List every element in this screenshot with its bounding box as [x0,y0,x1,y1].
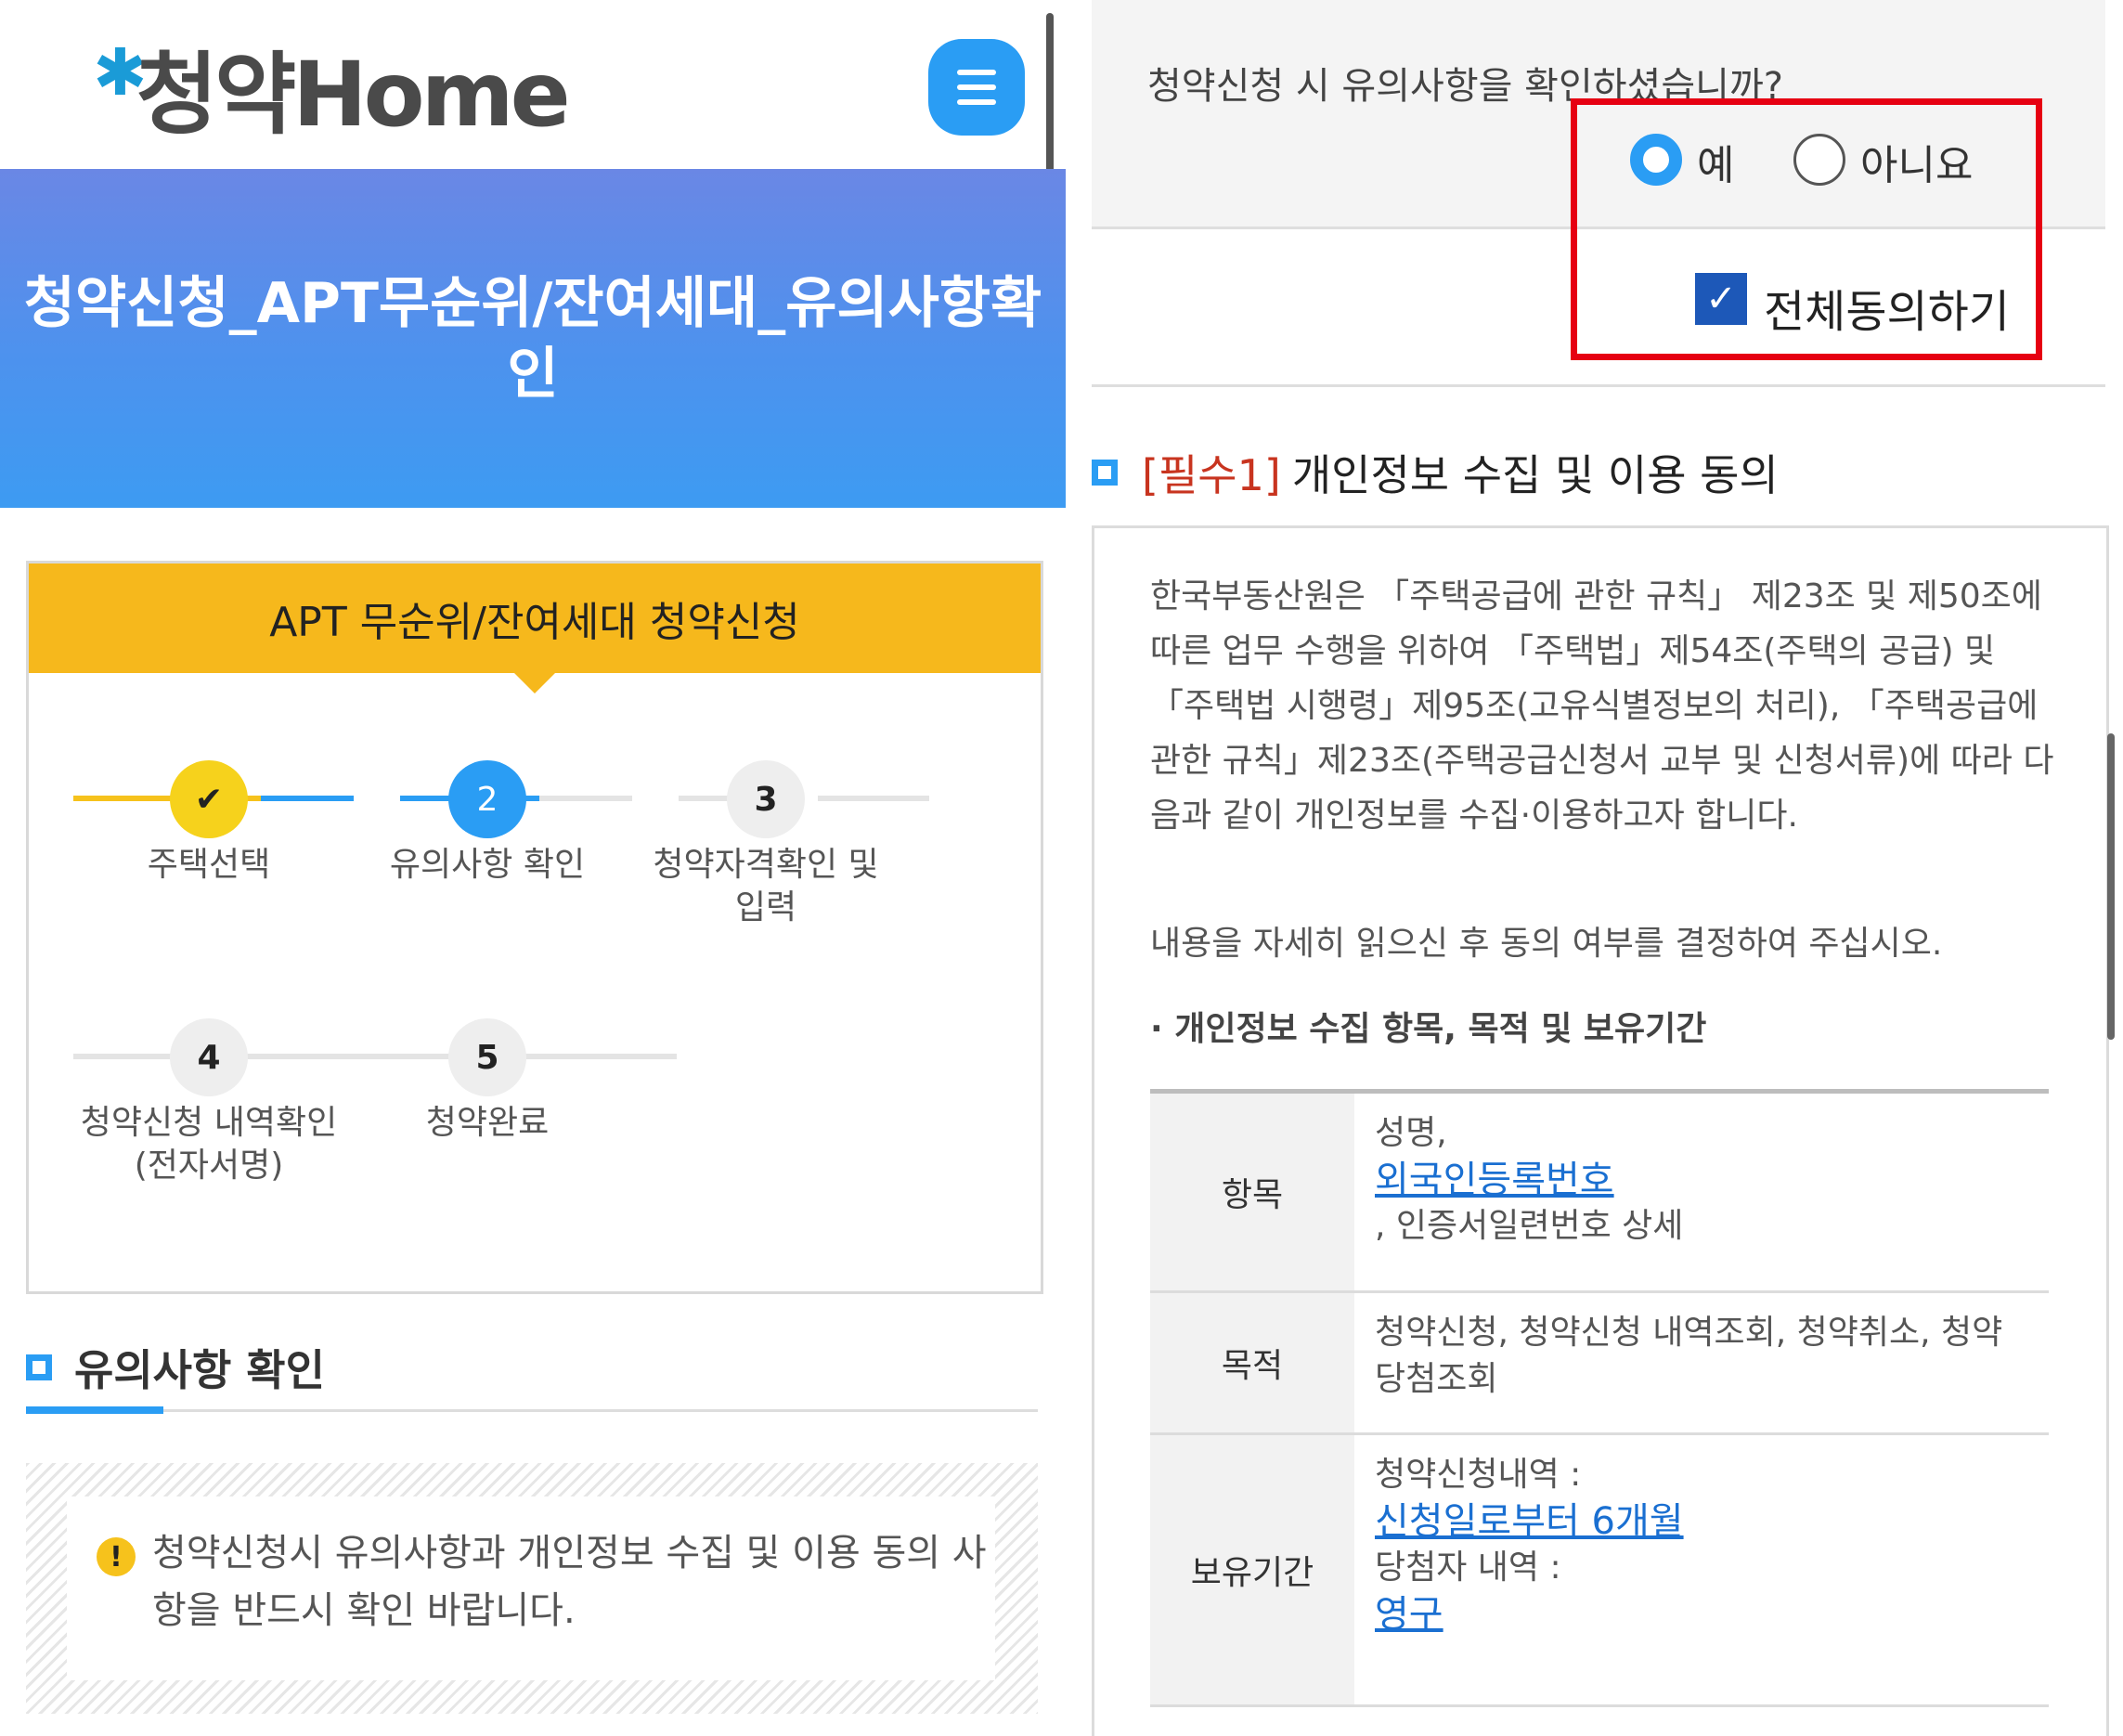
step-connector [539,796,632,801]
retention-6months-link[interactable]: 신청일로부터 6개월 [1375,1498,2028,1545]
highlight-box [1571,98,2042,360]
table-header-cell: 목적 [1150,1293,1354,1432]
table-row: 보유기간 청약신청내역 : 신청일로부터 6개월 당첨자 내역 : 영구 [1150,1435,2049,1707]
apt-box-pointer [511,669,559,693]
consent-instruction: 내용을 자세히 읽으신 후 동의 여부를 결정하여 주십시오. [1150,925,1943,963]
table-row: 목적 청약신청, 청약신청 내역조회, 청약취소, 청약당첨조회 [1150,1293,2049,1435]
scrollbar[interactable] [2107,733,2115,1040]
notice-text: 청약신청시 유의사항과 개인정보 수집 및 이용 동의 사항을 반드시 확인 바… [152,1532,987,1632]
logo-text: 청약Home [136,42,571,147]
menu-button[interactable] [928,39,1025,136]
square-bullet-icon [26,1354,52,1380]
apt-box-title: APT 무순위/잔여세대 청약신청 [29,564,1041,673]
table-header-cell: 보유기간 [1150,1435,1354,1704]
foreigner-id-link[interactable]: 외국인등록번호 [1375,1157,2028,1203]
required-tag: [필수1] [1142,450,1281,500]
step-2-label: 유의사항 확인 [389,846,586,884]
step-3-label: 청약자격확인 및 입력 [653,846,879,926]
left-panel: ✱ 청약Home 청약신청_APT무순위/잔여세대_유의사항확인 APT 무순위… [0,0,1066,1736]
retention-permanent-link[interactable]: 영구 [1375,1591,2028,1638]
step-3-circle: 3 [727,760,805,838]
consent-content-box: 한국부동산원은 「주택공급에 관한 규칙」 제23조 및 제50조에 따른 업무… [1092,525,2109,1736]
page-title: 청약신청_APT무순위/잔여세대_유의사항확인 [23,270,1042,407]
step-1-label: 주택선택 [147,846,271,884]
step-connector [73,1054,677,1059]
exclamation-icon: ! [97,1537,136,1576]
step-connector [818,796,929,801]
notice-box: ! 청약신청시 유의사항과 개인정보 수집 및 이용 동의 사항을 반드시 확인… [26,1463,1038,1714]
step-1-check-icon: ✔ [170,760,248,838]
table-row: 항목 성명, 외국인등록번호 , 인증서일련번호 상세 [1150,1094,2049,1293]
consent-table: 항목 성명, 외국인등록번호 , 인증서일련번호 상세 목적 청약신청, 청약신… [1150,1089,2049,1707]
consent-paragraph: 한국부동산원은 「주택공급에 관한 규칙」 제23조 및 제50조에 따른 업무… [1150,577,2054,835]
step-connector [261,796,354,801]
right-panel: 청약신청 시 유의사항을 확인하셨습니까? 예 아니요 ✓ 전체동의하기 [필수… [1092,0,2123,1736]
required-section-title: [필수1] 개인정보 수집 및 이용 동의 [1092,442,1779,503]
page-banner: 청약신청_APT무순위/잔여세대_유의사항확인 [0,169,1066,508]
step-5-label: 청약완료 [425,1104,550,1142]
divider [26,1409,1038,1412]
cheongyak-home-logo[interactable]: ✱ 청약Home [93,26,571,147]
consent-list-heading: · 개인정보 수집 항목, 목적 및 보유기간 [1150,1010,1707,1048]
table-cell: 청약신청내역 : 신청일로부터 6개월 당첨자 내역 : 영구 [1354,1435,2049,1704]
hamburger-icon [957,70,996,75]
table-header-cell: 항목 [1150,1094,1354,1290]
table-cell: 청약신청, 청약신청 내역조회, 청약취소, 청약당첨조회 [1375,1314,2003,1398]
required-title: 개인정보 수집 및 이용 동의 [1291,450,1779,500]
table-cell: 성명, 외국인등록번호 , 인증서일련번호 상세 [1354,1094,2049,1290]
step-4-label: 청약신청 내역확인(전자서명) [80,1104,338,1185]
step-4-circle: 4 [170,1018,248,1096]
section-title-text: 유의사항 확인 [74,1345,325,1395]
divider-accent [26,1406,163,1414]
step-5-circle: 5 [448,1018,526,1096]
step-2-circle: 2 [448,760,526,838]
square-bullet-icon [1092,460,1118,486]
notice-section-title: 유의사항 확인 [26,1337,325,1398]
apt-steps-box: APT 무순위/잔여세대 청약신청 ✔ 주택선택 2 유의사항 확인 3 청약자… [26,561,1043,1294]
